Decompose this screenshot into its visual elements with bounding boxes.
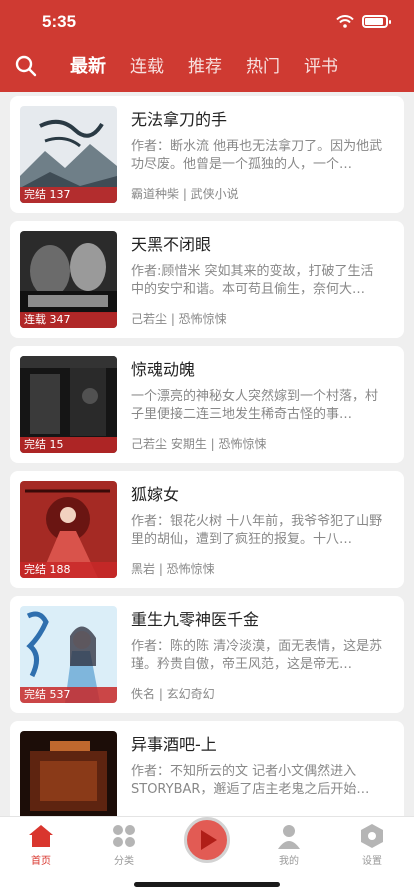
cover-badge: 完结 15 xyxy=(20,437,117,453)
tab-latest[interactable]: 最新 xyxy=(70,52,106,78)
grid-icon xyxy=(113,825,135,847)
settings-icon xyxy=(361,824,383,848)
book-meta: 己若尘 | 恐怖惊悚 xyxy=(131,312,227,326)
book-card[interactable]: 连载 347 天黑不闭眼 作者:顾惜米 突如其来的变故，打破了生活中的安宁和谐。… xyxy=(10,221,404,338)
play-logo-icon[interactable] xyxy=(184,817,230,863)
book-description: 作者：银花火树 十八年前，我爷爷犯了山野里的胡仙，遭到了疯狂的报复。十八… xyxy=(131,514,383,547)
book-cover: 完结 537 xyxy=(20,606,117,703)
book-title: 无法拿刀的手 xyxy=(131,110,228,129)
status-bar: 5:35 xyxy=(0,0,414,44)
book-title: 重生九零神医千金 xyxy=(131,610,260,629)
book-description: 一个漂亮的神秘女人突然嫁到一个村落，村子里便接二连三地发生稀奇古怪的事… xyxy=(131,389,379,422)
status-icons xyxy=(336,15,391,28)
tab-storytelling[interactable]: 评书 xyxy=(304,52,338,78)
book-title: 异事酒吧-上 xyxy=(131,735,217,754)
tabbar-settings[interactable]: 设置 xyxy=(342,823,402,867)
battery-icon xyxy=(362,15,391,28)
tab-hot[interactable]: 热门 xyxy=(246,52,280,78)
book-card[interactable]: 完结 15 惊魂动魄 一个漂亮的神秘女人突然嫁到一个村落，村子里便接二连三地发生… xyxy=(10,346,404,463)
cover-badge: 完结 188 xyxy=(20,562,117,578)
book-meta: 己若尘 安期生 | 恐怖惊悚 xyxy=(131,437,267,451)
book-meta: 黑岩 | 恐怖惊悚 xyxy=(131,562,215,576)
book-meta: 霸道种柴 | 武侠小说 xyxy=(131,187,239,201)
tabbar-mine-label: 我的 xyxy=(279,856,299,867)
book-cover: 完结 15 xyxy=(20,356,117,453)
cover-image xyxy=(20,731,117,828)
book-cover: 完结 137 xyxy=(20,106,117,203)
tabbar-mine[interactable]: 我的 xyxy=(259,823,319,867)
book-cover: 完结 188 xyxy=(20,481,117,578)
book-cover: 连载 347 xyxy=(20,231,117,328)
cover-badge: 连载 347 xyxy=(20,312,117,328)
tabbar-home-label: 首页 xyxy=(31,856,51,867)
book-title: 天黑不闭眼 xyxy=(131,235,212,254)
book-cover xyxy=(20,731,117,828)
home-icon xyxy=(29,825,53,847)
wifi-icon xyxy=(336,15,354,28)
tabbar-settings-label: 设置 xyxy=(362,856,382,867)
home-indicator xyxy=(134,882,280,887)
status-time: 5:35 xyxy=(42,12,77,31)
book-description: 作者：断水流 他再也无法拿刀了。因为他武功尽废。他曾是一个孤独的人，一个… xyxy=(131,139,383,172)
book-card[interactable]: 完结 188 狐嫁女 作者：银花火树 十八年前，我爷爷犯了山野里的胡仙，遭到了疯… xyxy=(10,471,404,588)
cover-badge: 完结 137 xyxy=(20,187,117,203)
book-card[interactable]: 完结 137 无法拿刀的手 作者：断水流 他再也无法拿刀了。因为他武功尽废。他曾… xyxy=(10,96,404,213)
tabbar-home[interactable]: 首页 xyxy=(11,823,71,867)
user-icon xyxy=(278,825,300,849)
book-description: 作者:顾惜米 突如其来的变故，打破了生活中的安宁和谐。本可苟且偷生，奈何大… xyxy=(131,264,374,297)
book-description: 作者：陈的陈 清冷淡漠，面无表情，这是苏瑾。矜贵自傲，帝王风范，这是帝无… xyxy=(131,639,383,672)
category-tabs: 最新 连载 推荐 热门 评书 xyxy=(70,52,338,78)
tab-recommend[interactable]: 推荐 xyxy=(188,52,222,78)
tabbar-category[interactable]: 分类 xyxy=(94,823,154,867)
tab-serial[interactable]: 连载 xyxy=(130,52,164,78)
app-header: 5:35 最新 连载 推荐 热门 评书 xyxy=(0,0,414,92)
book-list: 完结 137 无法拿刀的手 作者：断水流 他再也无法拿刀了。因为他武功尽废。他曾… xyxy=(10,96,404,846)
book-description: 作者：不知所云的文 记者小文偶然进入STORYBAR，邂逅了店主老鬼之后开始… xyxy=(131,764,370,797)
book-title: 狐嫁女 xyxy=(131,485,180,504)
cover-badge: 完结 537 xyxy=(20,687,117,703)
tabbar-category-label: 分类 xyxy=(114,856,134,867)
book-title: 惊魂动魄 xyxy=(131,360,196,379)
search-icon[interactable] xyxy=(14,54,38,78)
book-card[interactable]: 完结 537 重生九零神医千金 作者：陈的陈 清冷淡漠，面无表情，这是苏瑾。矜贵… xyxy=(10,596,404,713)
book-meta: 佚名 | 玄幻奇幻 xyxy=(131,687,215,701)
